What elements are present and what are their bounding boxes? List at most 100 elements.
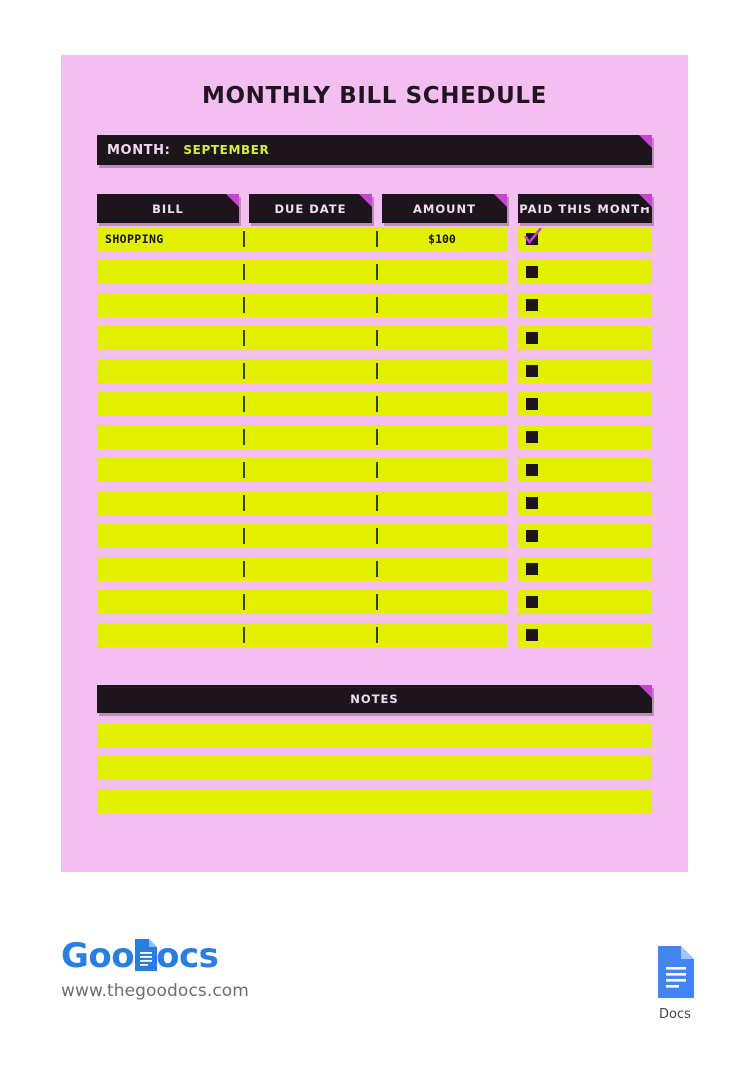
table-row bbox=[97, 590, 652, 614]
column-header-label: AMOUNT bbox=[413, 201, 476, 216]
column-header-label: PAID THIS MONTH bbox=[519, 201, 651, 216]
column-header-amount: AMOUNT bbox=[382, 194, 507, 223]
checkbox-unchecked[interactable] bbox=[526, 398, 538, 410]
column-divider bbox=[243, 264, 245, 280]
notes-lines bbox=[97, 723, 652, 822]
column-divider bbox=[376, 561, 378, 577]
cell-paid-this-month bbox=[518, 326, 652, 350]
checkbox-unchecked[interactable] bbox=[526, 431, 538, 443]
column-divider bbox=[376, 594, 378, 610]
column-header-due: DUE DATE bbox=[249, 194, 372, 223]
document-icon bbox=[132, 939, 158, 971]
cell-amount[interactable] bbox=[382, 326, 502, 350]
row-main-area bbox=[97, 425, 507, 449]
cell-paid-this-month bbox=[518, 590, 652, 614]
table-row: SHOPPING $100 bbox=[97, 227, 652, 251]
cell-amount[interactable] bbox=[382, 359, 502, 383]
cell-bill[interactable]: SHOPPING bbox=[105, 227, 164, 251]
cell-amount[interactable] bbox=[382, 425, 502, 449]
google-docs-badge[interactable]: Docs bbox=[645, 945, 705, 1022]
column-divider bbox=[243, 528, 245, 544]
note-line[interactable] bbox=[97, 723, 652, 747]
column-divider bbox=[243, 594, 245, 610]
cell-amount[interactable] bbox=[382, 293, 502, 317]
note-line[interactable] bbox=[97, 756, 652, 780]
table-row bbox=[97, 557, 652, 581]
row-main-area bbox=[97, 524, 507, 548]
row-main-area bbox=[97, 491, 507, 515]
cell-amount[interactable] bbox=[382, 524, 502, 548]
column-divider bbox=[376, 528, 378, 544]
row-main-area bbox=[97, 557, 507, 581]
table-row bbox=[97, 458, 652, 482]
column-header-paid: PAID THIS MONTH bbox=[518, 194, 652, 223]
notes-header-label: NOTES bbox=[350, 692, 399, 706]
footer-branding: Goo ocs www.thegoodocs.com bbox=[61, 935, 321, 1001]
checkbox-unchecked[interactable] bbox=[526, 464, 538, 476]
row-main-area bbox=[97, 326, 507, 350]
column-divider bbox=[243, 231, 245, 247]
table-row bbox=[97, 359, 652, 383]
cell-amount[interactable] bbox=[382, 557, 502, 581]
cell-amount[interactable] bbox=[382, 623, 502, 647]
row-main-area: SHOPPING $100 bbox=[97, 227, 507, 251]
table-row bbox=[97, 425, 652, 449]
cell-amount[interactable] bbox=[382, 491, 502, 515]
checkbox-unchecked[interactable] bbox=[526, 299, 538, 311]
checkbox-checked[interactable] bbox=[526, 233, 538, 245]
cell-amount[interactable] bbox=[382, 260, 502, 284]
table-header-row: BILL DUE DATE AMOUNT PAID THIS MONTH bbox=[97, 194, 652, 223]
column-divider bbox=[376, 297, 378, 313]
google-docs-label: Docs bbox=[659, 1007, 691, 1022]
cell-amount[interactable]: $100 bbox=[382, 227, 502, 251]
column-divider bbox=[376, 462, 378, 478]
cell-paid-this-month bbox=[518, 623, 652, 647]
column-divider bbox=[243, 627, 245, 643]
cell-amount[interactable] bbox=[382, 458, 502, 482]
column-divider bbox=[243, 495, 245, 511]
row-main-area bbox=[97, 590, 507, 614]
goodocs-logo[interactable]: Goo ocs bbox=[61, 935, 321, 977]
column-divider bbox=[376, 495, 378, 511]
table-row bbox=[97, 293, 652, 317]
row-main-area bbox=[97, 392, 507, 416]
website-url[interactable]: www.thegoodocs.com bbox=[61, 981, 321, 1001]
page-canvas: MONTHLY BILL SCHEDULE MONTH: SEPTEMBER B… bbox=[0, 0, 748, 1084]
google-docs-icon bbox=[653, 946, 697, 1003]
checkbox-unchecked[interactable] bbox=[526, 497, 538, 509]
checkbox-unchecked[interactable] bbox=[526, 629, 538, 641]
table-row bbox=[97, 392, 652, 416]
cell-paid-this-month bbox=[518, 425, 652, 449]
checkbox-unchecked[interactable] bbox=[526, 365, 538, 377]
column-divider bbox=[376, 264, 378, 280]
checkbox-unchecked[interactable] bbox=[526, 563, 538, 575]
logo-text-first: Goo bbox=[61, 936, 135, 976]
column-divider bbox=[243, 429, 245, 445]
month-field-bar[interactable]: MONTH: SEPTEMBER bbox=[97, 135, 652, 165]
cell-paid-this-month bbox=[518, 392, 652, 416]
month-value[interactable]: SEPTEMBER bbox=[183, 143, 269, 157]
page-title: MONTHLY BILL SCHEDULE bbox=[202, 83, 547, 109]
column-divider bbox=[243, 330, 245, 346]
row-main-area bbox=[97, 293, 507, 317]
note-line[interactable] bbox=[97, 789, 652, 813]
cell-paid-this-month bbox=[518, 524, 652, 548]
cell-paid-this-month bbox=[518, 227, 652, 251]
cell-amount[interactable] bbox=[382, 392, 502, 416]
cell-amount[interactable] bbox=[382, 590, 502, 614]
checkbox-unchecked[interactable] bbox=[526, 530, 538, 542]
cell-paid-this-month bbox=[518, 260, 652, 284]
logo-text-second: ocs bbox=[156, 936, 219, 976]
checkbox-unchecked[interactable] bbox=[526, 332, 538, 344]
cell-paid-this-month bbox=[518, 491, 652, 515]
column-divider bbox=[376, 627, 378, 643]
column-header-label: BILL bbox=[152, 201, 184, 216]
template-sheet: MONTHLY BILL SCHEDULE MONTH: SEPTEMBER B… bbox=[61, 55, 688, 872]
row-main-area bbox=[97, 260, 507, 284]
checkbox-unchecked[interactable] bbox=[526, 266, 538, 278]
row-main-area bbox=[97, 623, 507, 647]
checkbox-unchecked[interactable] bbox=[526, 596, 538, 608]
table-row bbox=[97, 260, 652, 284]
column-divider bbox=[243, 363, 245, 379]
column-divider bbox=[243, 561, 245, 577]
